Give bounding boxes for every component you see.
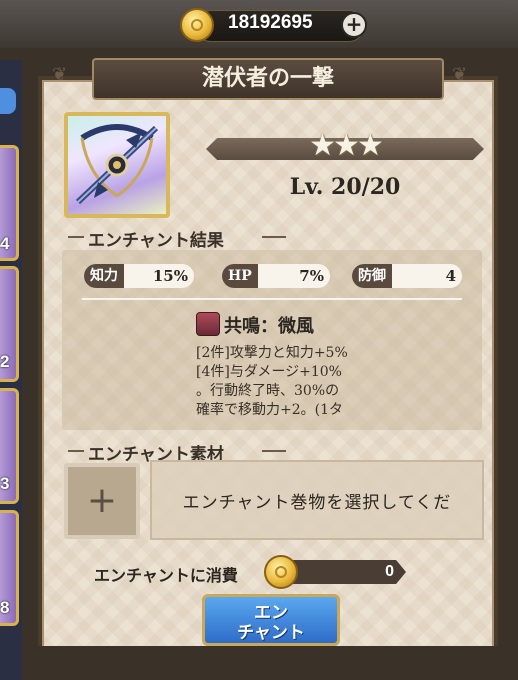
add-coins-button[interactable]: + (341, 12, 367, 38)
rarity-stars: ★★★ (309, 128, 384, 163)
panel-bottom-edge (38, 646, 498, 680)
enchant-button-label: チャント (237, 623, 305, 643)
divider (68, 236, 84, 238)
ornament-icon: ❦ (452, 64, 468, 85)
list-tab-indicator[interactable] (0, 88, 16, 114)
stat-hp: HP 7% (222, 264, 330, 288)
stat-defense: 防御 4 (352, 264, 462, 288)
stat-intellect: 知力 15% (84, 264, 194, 288)
divider (262, 450, 286, 452)
set-desc-line: 確率で移動力+2。(1タ (196, 402, 344, 418)
item-portrait[interactable] (64, 112, 170, 218)
crossbow-icon (75, 124, 159, 205)
list-item-count: 2 (0, 352, 10, 371)
material-placeholder: エンチャント巻物を選択してくだ (182, 493, 452, 513)
stat-label: 知力 (84, 264, 124, 288)
stat-value: 15% (152, 267, 188, 285)
list-item-count: 8 (0, 598, 10, 617)
list-item-count: 4 (0, 234, 10, 253)
divider (68, 450, 84, 452)
set-desc-line: [4件]与ダメージ+10% (196, 364, 342, 380)
cost-value: 0 (385, 563, 394, 580)
list-item-count: 3 (0, 474, 10, 493)
cost-label: エンチャントに消費 (94, 566, 238, 585)
add-material-icon[interactable]: + (64, 463, 140, 539)
stat-value: 4 (445, 267, 456, 285)
enchant-result-header: エンチャント結果 (88, 231, 224, 251)
set-desc-line: [2件]攻撃力と知力+5% (196, 345, 348, 361)
divider (82, 298, 462, 300)
set-name: 共鳴：微風 (224, 316, 314, 337)
stat-value: 7% (299, 267, 324, 285)
divider (262, 236, 286, 238)
stat-label: HP (222, 264, 258, 288)
set-desc-line: 。行動終了時、30%の (196, 383, 340, 399)
item-name: 潜伏者の一撃 (201, 65, 334, 91)
set-bonus-icon (196, 312, 220, 336)
coin-amount: 18192695 (228, 12, 313, 33)
stat-label: 防御 (352, 264, 392, 288)
item-level: Lv. 20/20 (289, 174, 401, 200)
enchant-button-label: エン (254, 603, 288, 623)
enchant-button[interactable]: エン チャント (202, 594, 340, 646)
set-description[interactable]: [2件]攻撃力と知力+5% [4件]与ダメージ+10% 。行動終了時、30%の … (196, 344, 376, 426)
gold-coin-icon (180, 8, 214, 42)
